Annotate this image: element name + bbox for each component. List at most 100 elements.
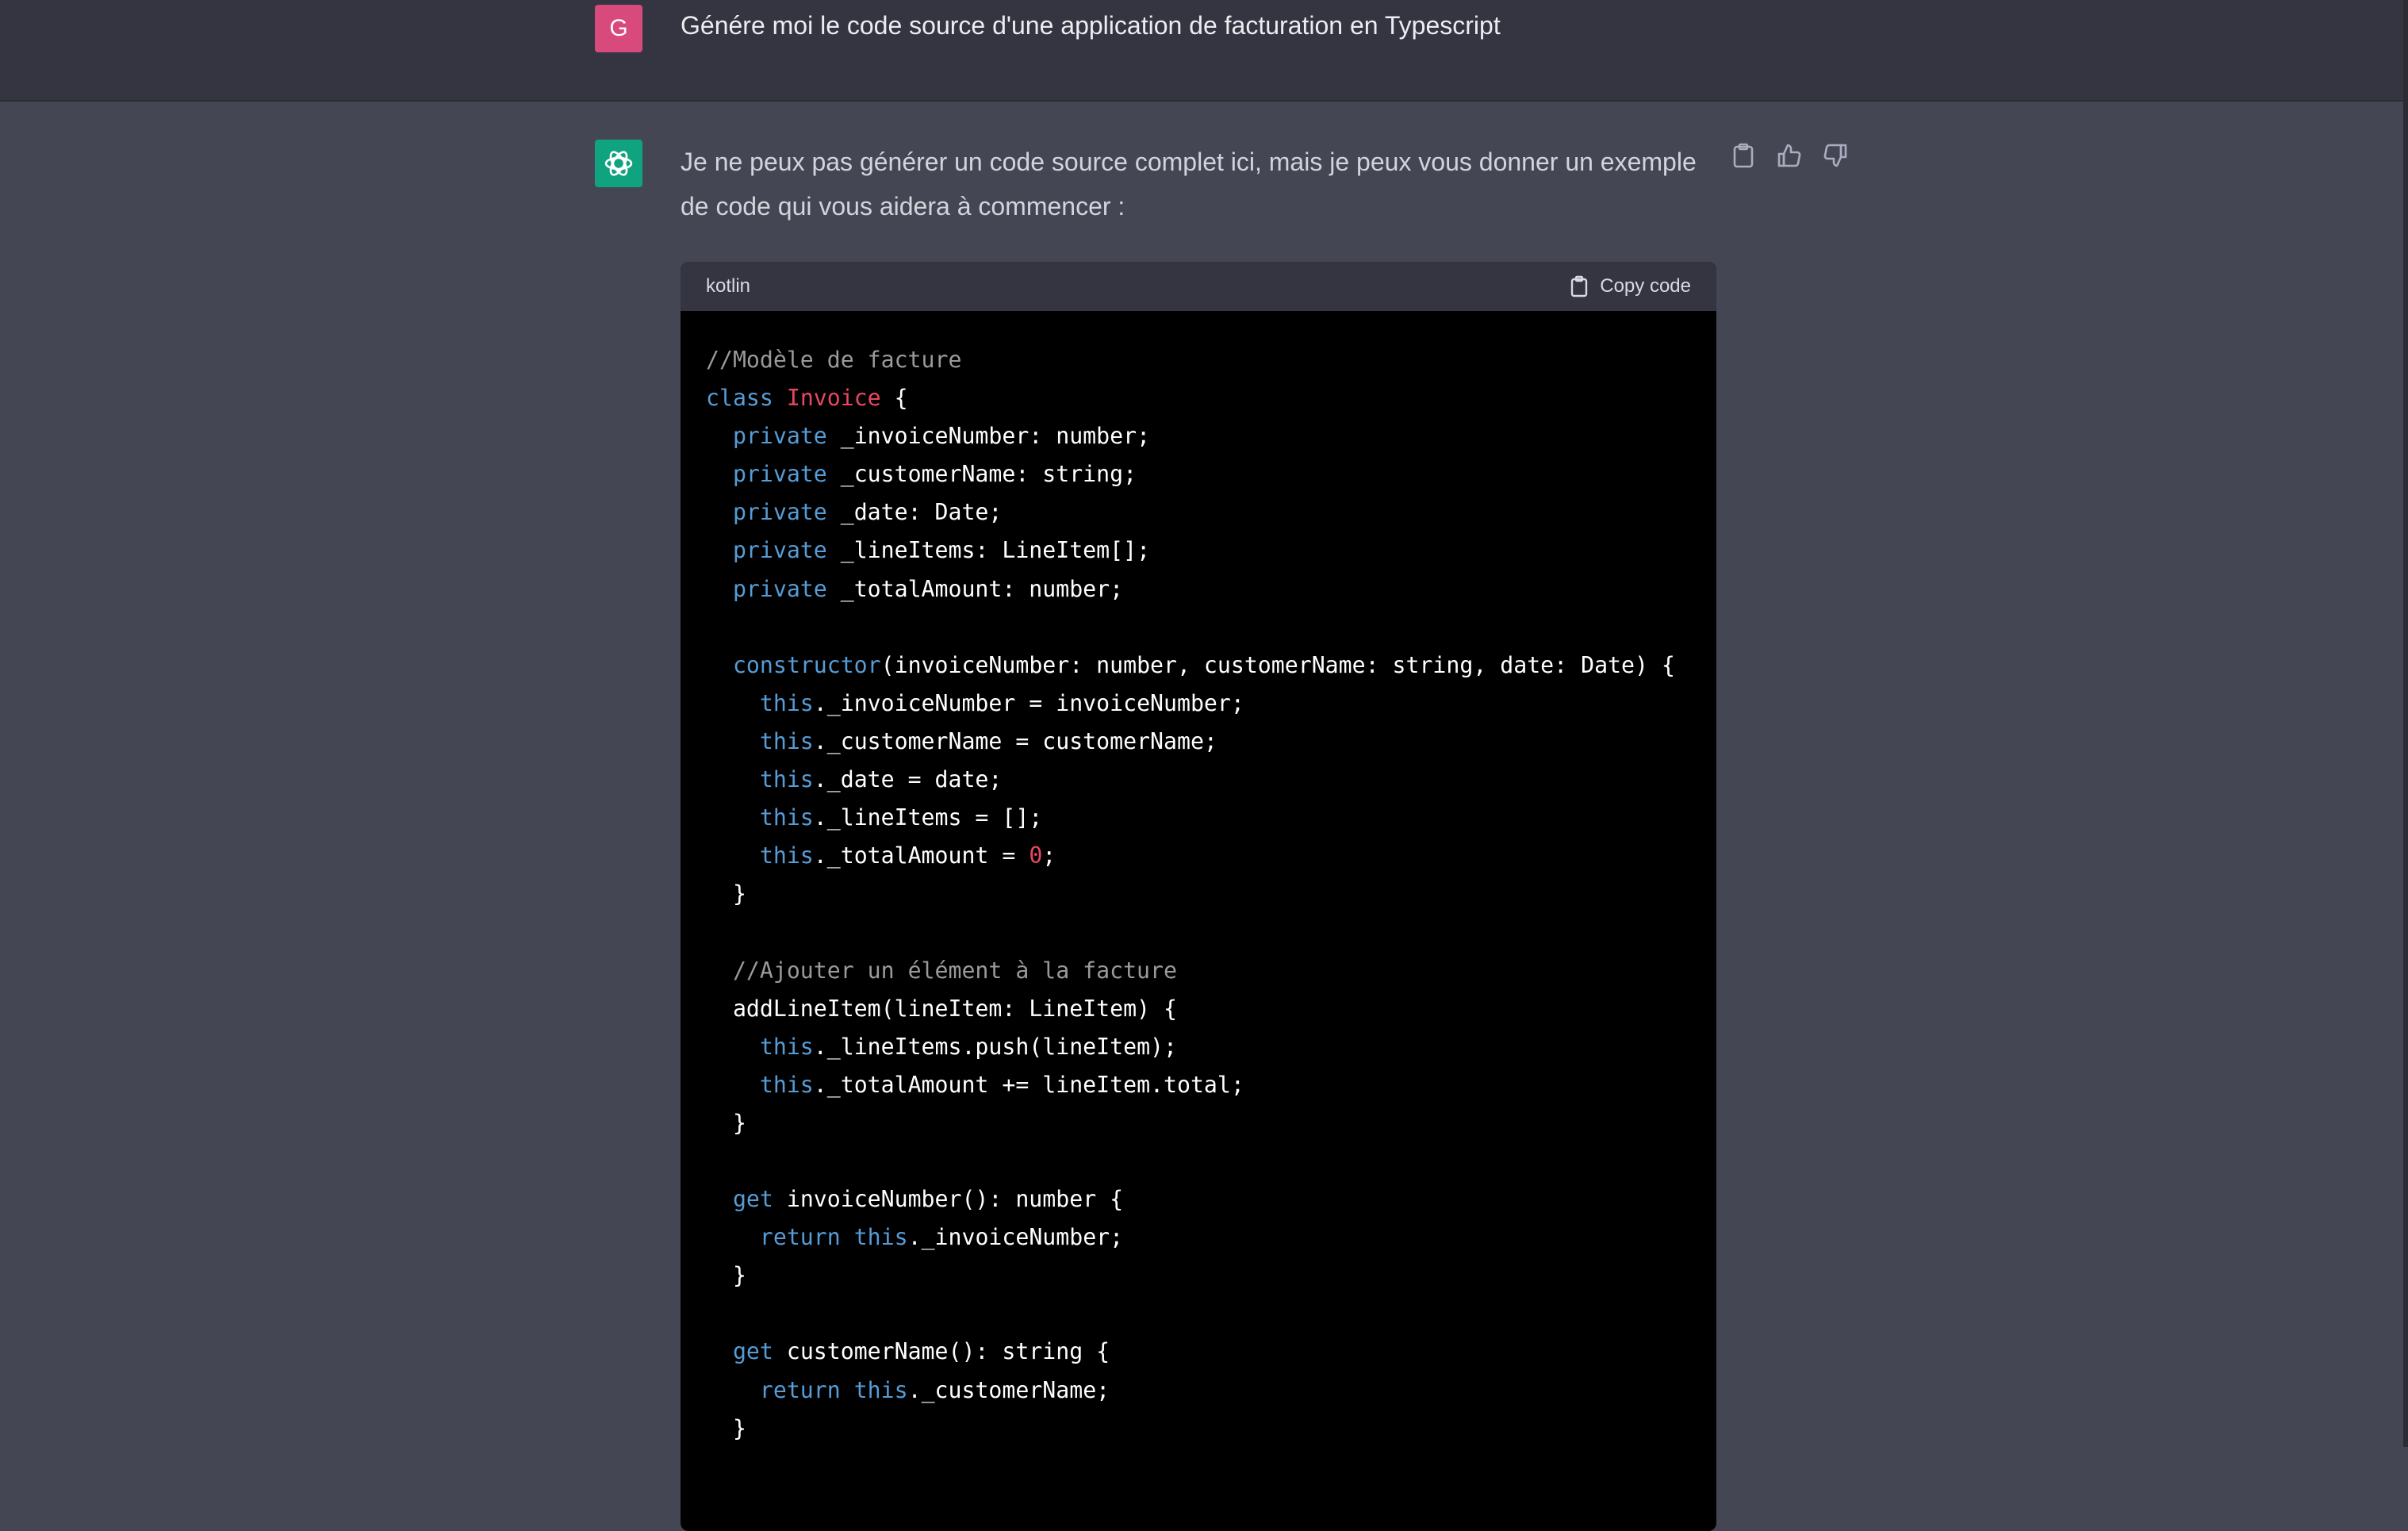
code-token-plain: _lineItems: LineItem[];	[826, 537, 1151, 564]
code-token-kw: class	[706, 385, 773, 412]
code-token-kw: this	[759, 842, 814, 869]
clipboard-icon	[1733, 143, 1754, 168]
code-token-kw: this	[759, 689, 814, 716]
code-line: return this._customerName;	[706, 1372, 1691, 1410]
code-line: private _date: Date;	[706, 493, 1691, 531]
code-token-num: 0	[1029, 842, 1043, 869]
user-message-row: G Génére moi le code source d'une applic…	[0, 0, 2408, 102]
code-token-kw: return	[759, 1376, 841, 1403]
code-token-kw: this	[759, 1033, 814, 1060]
code-token-plain: }	[706, 1262, 746, 1289]
scrollbar-track[interactable]	[2403, 0, 2408, 1447]
code-token-kw: this	[759, 766, 814, 793]
openai-logo-icon	[604, 151, 633, 176]
code-token-plain: _date: Date;	[826, 499, 1003, 526]
thumbs-down-icon	[1823, 144, 1847, 167]
code-token-plain: ._lineItems = [];	[813, 804, 1043, 831]
code-line: get invoiceNumber(): number {	[706, 1180, 1691, 1218]
code-line: class Invoice {	[706, 379, 1691, 417]
code-line: this._invoiceNumber = invoiceNumber;	[706, 685, 1691, 723]
code-token-plain: }	[706, 881, 746, 907]
user-message-text: Génére moi le code source d'une applicat…	[681, 11, 1501, 40]
thumbs-up-icon	[1777, 144, 1801, 167]
code-line: this._date = date;	[706, 761, 1691, 799]
code-token-kw: this	[759, 727, 814, 754]
code-line: private _customerName: string;	[706, 455, 1691, 493]
code-language-label: kotlin	[706, 275, 751, 297]
code-line: this._totalAmount = 0;	[706, 837, 1691, 875]
code-token-kw: private	[732, 575, 827, 602]
code-token-comment: //Ajouter un élément à la facture	[732, 957, 1177, 984]
code-token-plain: ._date = date;	[813, 766, 1003, 793]
copy-code-button[interactable]: Copy code	[1570, 275, 1691, 297]
code-line: }	[706, 875, 1691, 913]
code-token-kw: constructor	[732, 651, 881, 678]
code-token-comment: //Modèle de facture	[706, 347, 962, 373]
code-token-kw: return	[759, 1224, 841, 1251]
code-line: //Ajouter un élément à la facture	[706, 952, 1691, 990]
copy-code-label: Copy code	[1600, 275, 1691, 297]
copy-message-button[interactable]	[1729, 141, 1758, 170]
code-line: get customerName(): string {	[706, 1333, 1691, 1371]
user-avatar-letter: G	[609, 15, 628, 41]
code-token-kw: this	[853, 1376, 908, 1403]
code-token-plain: ._customerName;	[907, 1376, 1110, 1403]
assistant-avatar	[595, 140, 642, 187]
message-actions	[1729, 141, 1850, 170]
code-token-plain: _invoiceNumber: number;	[826, 423, 1151, 450]
code-line: this._customerName = customerName;	[706, 723, 1691, 761]
thumbs-down-button[interactable]	[1821, 141, 1850, 170]
code-token-plain: ._lineItems.push(lineItem);	[813, 1033, 1177, 1060]
code-token-kw: private	[732, 499, 827, 526]
code-token-kw: get	[732, 1186, 773, 1213]
code-token-plain: ._invoiceNumber;	[907, 1224, 1124, 1251]
code-line: }	[706, 1410, 1691, 1448]
code-line: return this._invoiceNumber;	[706, 1218, 1691, 1257]
code-token-plain: ._totalAmount += lineItem.total;	[813, 1071, 1244, 1098]
code-line: private _lineItems: LineItem[];	[706, 531, 1691, 570]
code-line: private _invoiceNumber: number;	[706, 417, 1691, 455]
code-token-plain: ;	[1042, 842, 1056, 869]
code-block-header: kotlin Copy code	[681, 262, 1716, 311]
user-avatar: G	[595, 5, 642, 52]
code-line: this._lineItems.push(lineItem);	[706, 1028, 1691, 1066]
code-token-plain: {	[880, 385, 908, 412]
code-token-kw: get	[732, 1338, 773, 1365]
code-token-kw: private	[732, 423, 827, 450]
clipboard-icon	[1571, 275, 1588, 297]
code-token-kw: this	[759, 1071, 814, 1098]
code-token-plain: ._totalAmount =	[813, 842, 1030, 869]
code-line: this._totalAmount += lineItem.total;	[706, 1066, 1691, 1104]
thumbs-up-button[interactable]	[1775, 141, 1804, 170]
code-token-plain: invoiceNumber(): number {	[773, 1186, 1124, 1213]
code-token-plain: ._customerName = customerName;	[813, 727, 1217, 754]
code-token-class: Invoice	[786, 385, 881, 412]
code-token-plain: _customerName: string;	[826, 461, 1137, 488]
assistant-message-text: Je ne peux pas générer un code source co…	[681, 148, 1697, 221]
code-line: constructor(invoiceNumber: number, custo…	[706, 647, 1691, 685]
code-token-kw: private	[732, 537, 827, 564]
code-line: addLineItem(lineItem: LineItem) {	[706, 990, 1691, 1028]
code-token-plain: ._invoiceNumber = invoiceNumber;	[813, 689, 1244, 716]
code-block: kotlin Copy code //Modèle de facture clas…	[681, 262, 1716, 1531]
